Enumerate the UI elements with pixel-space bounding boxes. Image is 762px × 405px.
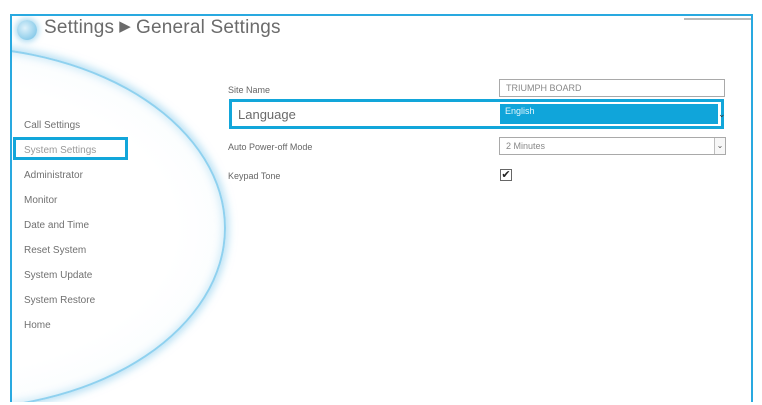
sidebar: Call Settings System Settings Administra… <box>13 113 154 338</box>
keypad-tone-checkbox[interactable]: ✔ <box>500 169 512 181</box>
sidebar-item-reset-system[interactable]: Reset System <box>24 238 154 263</box>
breadcrumb-current: General Settings <box>136 17 281 38</box>
chevron-down-icon[interactable]: ⌄ <box>714 138 725 154</box>
keypad-tone-label: Keypad Tone <box>228 171 281 181</box>
breadcrumb-root[interactable]: Settings <box>44 17 114 38</box>
language-label: Language <box>238 107 296 122</box>
auto-power-off-value: 2 Minutes <box>506 141 546 151</box>
top-divider <box>684 18 751 20</box>
language-row: Language English ⌄ <box>229 99 726 129</box>
auto-power-off-select[interactable]: 2 Minutes ⌄ <box>499 137 726 155</box>
site-name-label: Site Name <box>228 85 271 95</box>
settings-window: Settings ▶ General Settings Call Settings … <box>10 14 753 402</box>
check-icon: ✔ <box>501 169 511 181</box>
sidebar-item-system-update[interactable]: System Update <box>24 263 154 288</box>
language-select[interactable]: English <box>500 104 718 124</box>
breadcrumb: Settings ▶ General Settings <box>44 17 281 39</box>
site-name-input[interactable]: TRIUMPH BOARD <box>499 79 725 97</box>
sidebar-item-administrator[interactable]: Administrator <box>24 163 154 188</box>
breadcrumb-separator-icon: ▶ <box>119 18 132 35</box>
sidebar-item-system-settings[interactable]: System Settings <box>13 137 154 163</box>
auto-power-off-label: Auto Power-off Mode <box>228 142 313 152</box>
gear-icon <box>17 20 37 40</box>
sidebar-item-monitor[interactable]: Monitor <box>24 188 154 213</box>
sidebar-item-home[interactable]: Home <box>24 313 154 338</box>
sidebar-item-system-restore[interactable]: System Restore <box>24 288 154 313</box>
sidebar-item-call-settings[interactable]: Call Settings <box>24 113 154 138</box>
chevron-down-icon[interactable]: ⌄ <box>718 104 726 124</box>
sidebar-item-date-and-time[interactable]: Date and Time <box>24 213 154 238</box>
